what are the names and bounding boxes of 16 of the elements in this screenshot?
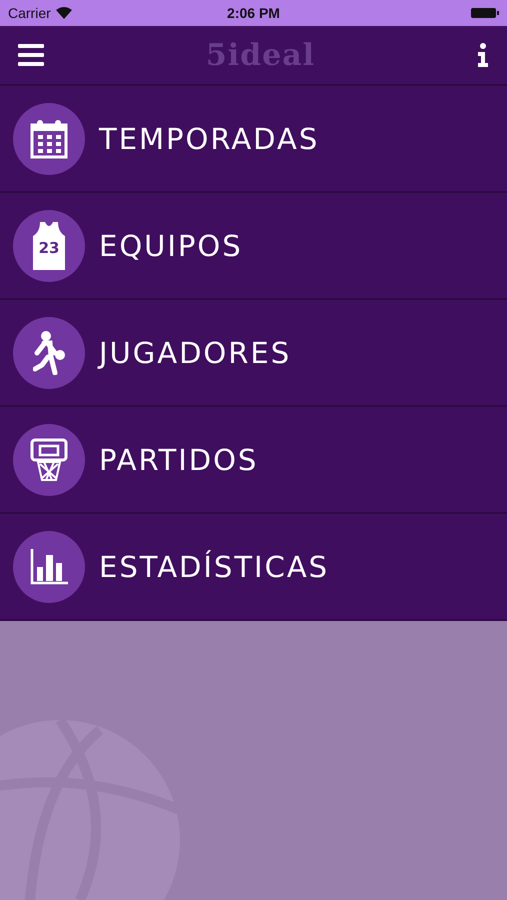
basketball-hoop-icon	[30, 438, 68, 482]
battery-icon	[471, 7, 499, 19]
info-icon[interactable]	[476, 43, 489, 67]
wifi-icon	[56, 7, 72, 19]
menu-item[interactable]: JUGADORES	[0, 300, 507, 407]
menu-item[interactable]: ESTADÍSTICAS	[0, 514, 507, 621]
menu-icon[interactable]	[18, 44, 44, 66]
jersey-icon: 23	[32, 222, 66, 270]
menu-item[interactable]: TEMPORADAS	[0, 86, 507, 193]
clock-time: 2:06 PM	[227, 5, 280, 21]
menu-item[interactable]: PARTIDOS	[0, 407, 507, 514]
menu-item[interactable]: 23 EQUIPOS	[0, 193, 507, 300]
carrier-label: Carrier	[8, 5, 51, 21]
bar-chart-icon	[30, 548, 68, 584]
calendar-icon	[30, 118, 68, 158]
player-dribbling-icon	[33, 330, 65, 374]
